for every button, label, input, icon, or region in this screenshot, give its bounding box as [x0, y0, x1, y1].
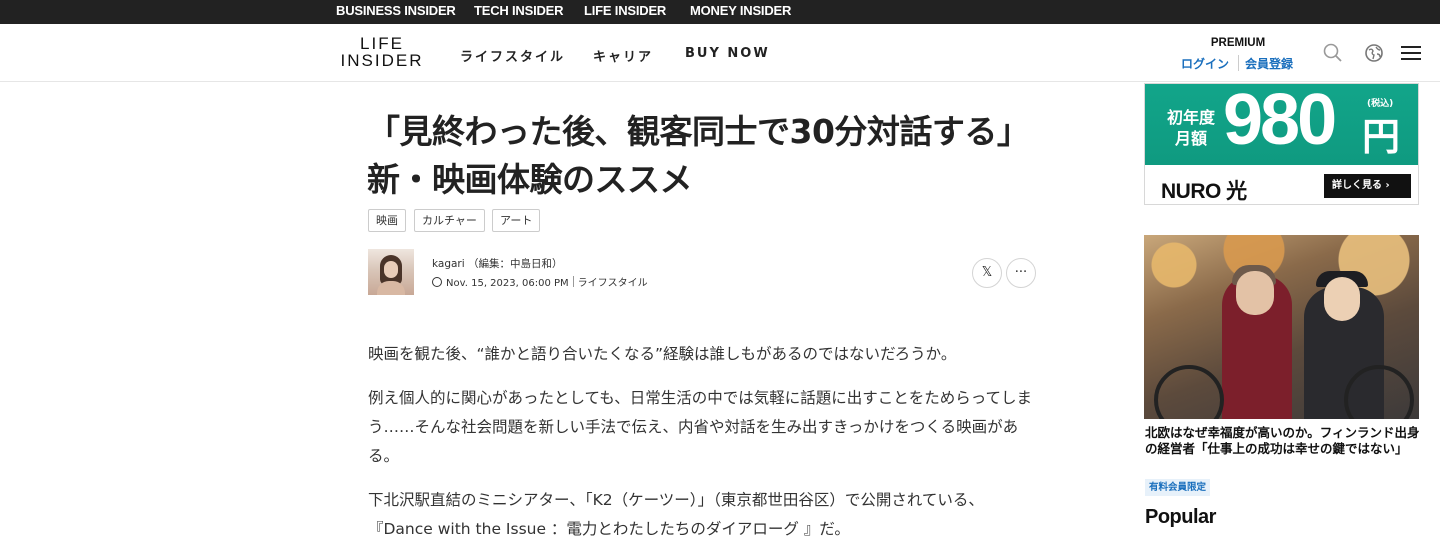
premium-label: PREMIUM: [1210, 37, 1266, 49]
logo-line-1: LIFE: [360, 34, 404, 53]
tag-movie[interactable]: 映画: [368, 209, 406, 232]
author-avatar[interactable]: [368, 249, 414, 295]
share-x-button[interactable]: 𝕏: [972, 258, 1002, 288]
share-more-button[interactable]: ···: [1006, 258, 1036, 288]
promo-title[interactable]: 北欧はなぜ幸福度が高いのか。フィンランド出身の経営者「仕事上の成功は幸せの鍵では…: [1145, 425, 1425, 457]
category-link[interactable]: ライフスタイル: [578, 278, 648, 289]
premium-badge: 有料会員限定: [1145, 479, 1211, 496]
network-bar: BUSINESS INSIDER TECH INSIDER LIFE INSID…: [0, 0, 1440, 24]
more-icon: ···: [1014, 265, 1028, 280]
nav-item-lifestyle[interactable]: ライフスタイル: [460, 46, 565, 65]
article-title-line-1: 「見終わった後、観客同士で30分対話する」: [367, 112, 1030, 151]
ad-cta-button[interactable]: 詳しく見る ›: [1324, 174, 1411, 198]
meta-divider: [572, 276, 574, 287]
login-link[interactable]: ログイン: [1181, 55, 1229, 72]
article-paragraph-3: 下北沢駅直結のミニシアター、「K2（ケーツー）」（東京都世田谷区）で公開されてい…: [368, 491, 984, 538]
register-link[interactable]: 会員登録: [1245, 55, 1293, 72]
tag-art[interactable]: アート: [492, 209, 541, 232]
author-name[interactable]: kagari （編集：中島日和）: [432, 256, 563, 271]
x-icon: 𝕏: [981, 265, 993, 280]
nav-item-career[interactable]: キャリア: [593, 46, 653, 65]
nav-item-buy-now[interactable]: BUY NOW: [685, 46, 770, 61]
article-title: 「見終わった後、観客同士で30分対話する」 新・映画体験のススメ: [367, 108, 1057, 204]
article-meta: Nov. 15, 2023, 06:00 PM ライフスタイル: [432, 274, 648, 289]
sidebar-ad-nuro[interactable]: 初年度 月額 980 (税込) 円 NURO 光 詳しく見る ›: [1144, 83, 1419, 205]
network-link-business-insider[interactable]: BUSINESS INSIDER: [336, 3, 456, 18]
search-icon[interactable]: [1322, 42, 1344, 64]
ad-yen: 円: [1362, 115, 1401, 159]
network-link-life-insider[interactable]: LIFE INSIDER: [584, 3, 666, 18]
network-link-tech-insider[interactable]: TECH INSIDER: [474, 3, 564, 18]
popular-heading: Popular: [1145, 506, 1216, 528]
site-header: LIFE INSIDER ライフスタイル キャリア BUY NOW PREMIU…: [0, 24, 1440, 82]
network-link-money-insider[interactable]: MONEY INSIDER: [690, 3, 791, 18]
site-logo[interactable]: LIFE INSIDER: [334, 35, 430, 69]
promo-image[interactable]: [1144, 235, 1419, 419]
ad-year-label: 初年度 月額: [1166, 108, 1215, 148]
article-title-line-2: 新・映画体験のススメ: [367, 160, 693, 199]
ad-price: 980: [1223, 83, 1337, 160]
article-paragraph-1: 映画を観た後、“誰かと語り合いたくなる”経験は誰しもがあるのではないだろうか。: [368, 345, 957, 363]
article-paragraph-2: 例え個人的に関心があったとしても、日常生活の中では気軽に話題に出すことをためらっ…: [368, 389, 1033, 465]
publish-date: Nov. 15, 2023, 06:00 PM: [446, 278, 569, 289]
menu-icon[interactable]: [1400, 42, 1422, 64]
globe-icon[interactable]: [1363, 42, 1385, 64]
tag-culture[interactable]: カルチャー: [414, 209, 485, 232]
clock-icon: [432, 277, 442, 287]
ad-banner: 初年度 月額 980 (税込) 円: [1145, 83, 1418, 165]
account-divider: [1238, 55, 1239, 71]
logo-line-2: INSIDER: [340, 51, 424, 70]
ad-brand-logo: NURO 光: [1161, 180, 1247, 203]
